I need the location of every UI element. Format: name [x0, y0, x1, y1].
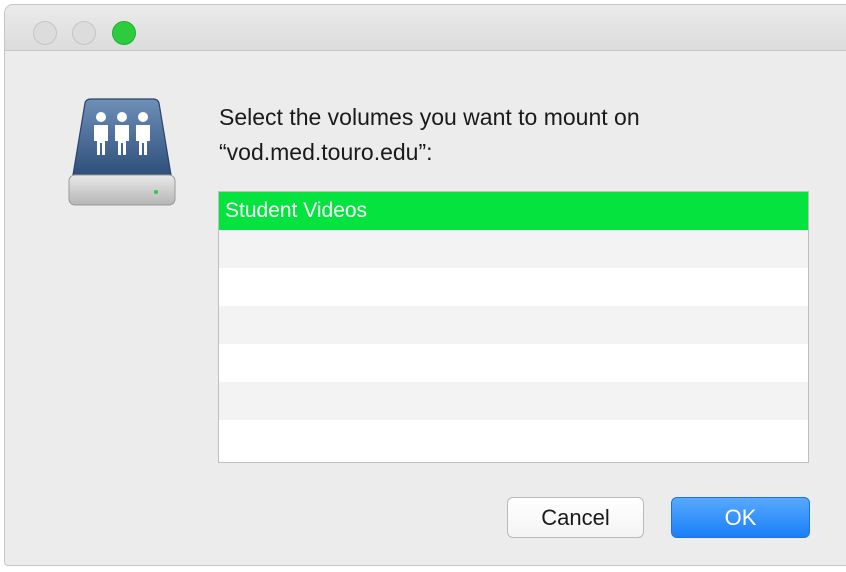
- cancel-button[interactable]: Cancel: [507, 497, 644, 538]
- volume-list[interactable]: Student Videos: [218, 191, 809, 463]
- mount-prompt: Select the volumes you want to mount on …: [219, 100, 799, 170]
- prompt-line-2: “vod.med.touro.edu”:: [219, 139, 433, 165]
- shared-server-icon: [68, 98, 176, 206]
- close-window-button[interactable]: [33, 21, 57, 45]
- volume-row-empty: [219, 382, 808, 420]
- volume-row-empty: [219, 306, 808, 344]
- ok-button[interactable]: OK: [671, 497, 810, 538]
- title-bar[interactable]: [5, 5, 846, 51]
- minimize-window-button[interactable]: [72, 21, 96, 45]
- zoom-window-button[interactable]: [112, 21, 136, 45]
- volume-row-empty: [219, 420, 808, 458]
- volume-row-student-videos[interactable]: Student Videos: [219, 192, 808, 230]
- volume-row-empty: [219, 230, 808, 268]
- prompt-line-1: Select the volumes you want to mount on: [219, 104, 640, 130]
- mount-dialog-window: Select the volumes you want to mount on …: [4, 4, 846, 566]
- volume-row-empty: [219, 268, 808, 306]
- volume-row-empty: [219, 344, 808, 382]
